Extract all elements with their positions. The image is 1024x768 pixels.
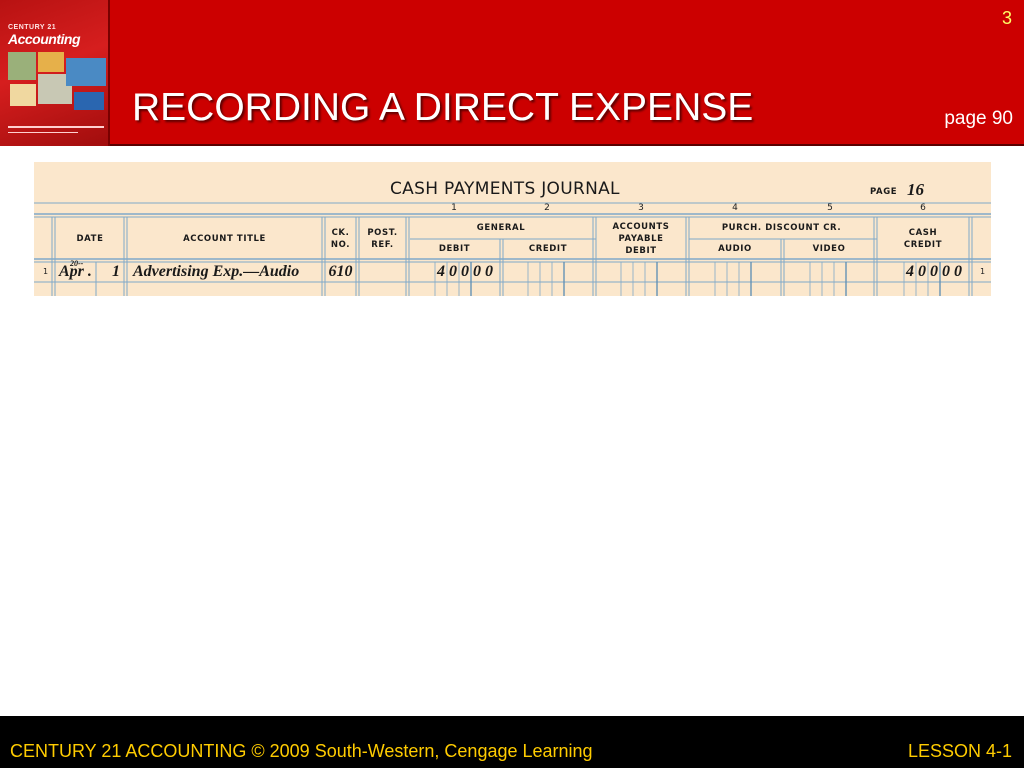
column-number: 5 xyxy=(827,203,833,213)
line-number-left: 1 xyxy=(43,267,49,276)
header-purch-discount: PURCH. DISCOUNT CR. xyxy=(721,223,842,233)
cover-graphic-block xyxy=(10,84,36,106)
cover-graphic-block xyxy=(8,52,36,80)
column-number: 2 xyxy=(544,203,550,213)
slide-number: 3 xyxy=(1001,8,1012,28)
header-general: GENERAL xyxy=(476,223,526,233)
page-reference: page 90 xyxy=(944,108,1013,129)
header-account-title: ACCOUNT TITLE xyxy=(183,234,266,244)
entry-account-title: Advertising Exp.—Audio xyxy=(133,263,300,280)
cash-payments-journal: CASH PAYMENTS JOURNAL PAGE 16 1 2 3 4 5 … xyxy=(34,162,991,296)
header-cash-line2: CREDIT xyxy=(903,240,943,250)
column-number: 4 xyxy=(732,203,738,213)
header-general-credit: CREDIT xyxy=(528,244,568,254)
cover-graphic-block xyxy=(66,58,106,86)
header-audio: AUDIO xyxy=(718,244,752,254)
entry-day: 1 xyxy=(112,263,120,280)
header-post-ref-line2: REF. xyxy=(371,240,394,250)
header-general-debit: DEBIT xyxy=(438,244,471,254)
amount-digit: 0 xyxy=(918,263,926,280)
amount-digit: 0 xyxy=(954,263,962,280)
cover-graphic-block xyxy=(38,52,64,72)
amount-digit: 4 xyxy=(906,263,914,280)
slide-footer: CENTURY 21 ACCOUNTING © 2009 South-Weste… xyxy=(0,716,1024,768)
amount-digit: 0 xyxy=(930,263,938,280)
book-cover-image: CENTURY 21 Accounting xyxy=(0,0,110,146)
footer-lesson: LESSON 4-1 xyxy=(907,741,1012,761)
header-post-ref-line1: POST. xyxy=(367,228,398,238)
amount-digit: 0 xyxy=(449,263,457,280)
amount-digit: 0 xyxy=(485,263,493,280)
entry-month: Apr . xyxy=(59,263,92,280)
footer-copyright: CENTURY 21 ACCOUNTING © 2009 South-Weste… xyxy=(10,741,593,761)
amount-digit: 4 xyxy=(437,263,445,280)
header-ck-no-line1: CK. xyxy=(331,228,350,238)
page-number: 16 xyxy=(907,180,924,199)
cover-title-text: Accounting xyxy=(8,31,81,47)
header-cash-line1: CASH xyxy=(908,228,938,238)
column-number: 1 xyxy=(451,203,457,213)
header-ap-line1: ACCOUNTS xyxy=(612,222,670,232)
cover-graphic-block xyxy=(74,92,104,110)
amount-digit: 0 xyxy=(942,263,950,280)
header-ck-no-line2: NO. xyxy=(330,240,351,250)
cover-rule xyxy=(8,132,78,133)
page-label: PAGE xyxy=(870,187,898,197)
header-video: VIDEO xyxy=(812,244,846,254)
column-number: 6 xyxy=(920,203,926,213)
header-ap-line3: DEBIT xyxy=(625,246,657,256)
entry-ck-no: 610 xyxy=(328,263,353,280)
journal-title: CASH PAYMENTS JOURNAL xyxy=(390,179,620,199)
amount-digit: 0 xyxy=(461,263,469,280)
line-number-right: 1 xyxy=(980,267,986,276)
cover-rule xyxy=(8,126,104,128)
header-ap-line2: PAYABLE xyxy=(618,234,664,244)
slide-title: RECORDING A DIRECT EXPENSE xyxy=(132,86,754,129)
amount-digit: 0 xyxy=(473,263,481,280)
cover-series-text: CENTURY 21 xyxy=(8,24,57,31)
column-number: 3 xyxy=(638,203,644,213)
slide-header: CENTURY 21 Accounting RECORDING A DIRECT… xyxy=(0,0,1024,146)
header-date: DATE xyxy=(76,234,104,244)
